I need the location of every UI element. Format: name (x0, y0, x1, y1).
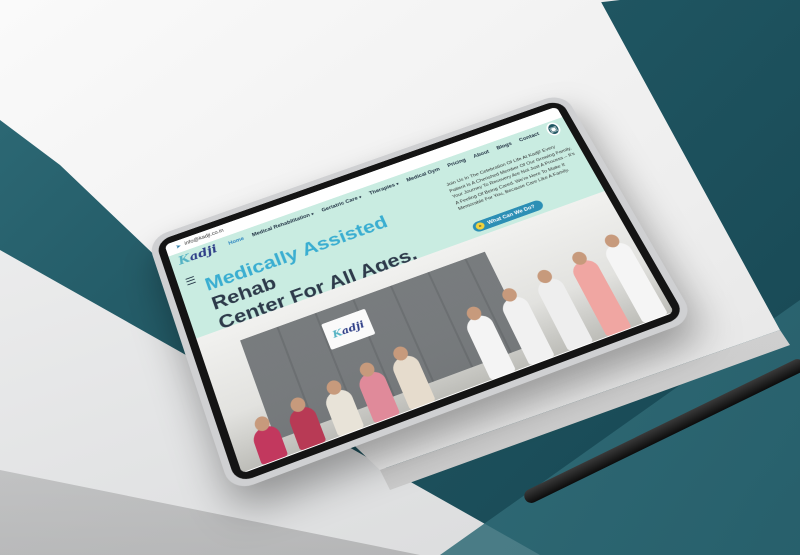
tablet-scene: ➤ info@kadji.co.in Kadji Home Medical Re… (0, 0, 800, 555)
nav-item-home[interactable]: Home (228, 237, 245, 247)
nav-item-about[interactable]: About (473, 150, 490, 159)
caret-down-icon: ▾ (358, 195, 362, 200)
nav-item-contact[interactable]: Contact (519, 132, 541, 143)
tablet-screen: ➤ info@kadji.co.in Kadji Home Medical Re… (165, 107, 675, 474)
send-icon: ➤ (175, 243, 182, 251)
hamburger-menu-icon[interactable]: ☰ (184, 274, 198, 288)
nav-item-blogs[interactable]: Blogs (496, 142, 513, 151)
sign-text: adji (340, 318, 366, 336)
caret-down-icon: ▾ (311, 212, 315, 217)
double-chevron-right-icon: » (474, 221, 485, 231)
tablet-bezel: ➤ info@kadji.co.in Kadji Home Medical Re… (155, 99, 685, 484)
tablet-device: ➤ info@kadji.co.in Kadji Home Medical Re… (147, 92, 695, 492)
caret-down-icon: ▾ (396, 182, 400, 187)
nav-item-pricing[interactable]: Pricing (447, 158, 467, 168)
